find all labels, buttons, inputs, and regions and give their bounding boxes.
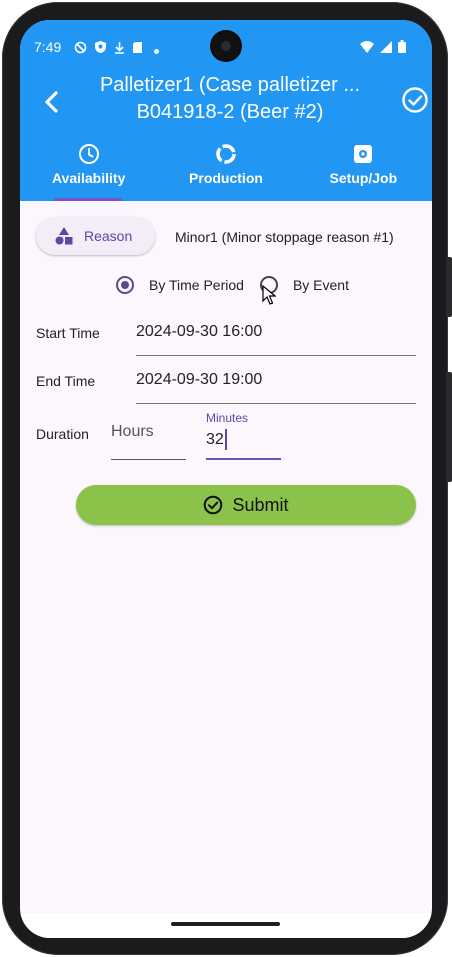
minutes-input[interactable]: 32	[206, 431, 224, 449]
start-time-underline	[136, 355, 416, 356]
front-camera	[212, 32, 240, 60]
end-time-field[interactable]: 2024-09-30 19:00	[136, 371, 262, 389]
reason-value: Minor1 (Minor stoppage reason #1)	[175, 229, 394, 245]
signal-icon	[380, 40, 392, 56]
end-time-label: End Time	[36, 373, 96, 389]
vpn-shield-icon	[94, 40, 107, 57]
submit-label: Submit	[232, 494, 289, 515]
setup-icon	[352, 143, 374, 165]
home-indicator[interactable]	[171, 922, 280, 926]
app-screen: 7:49 Palletizer1 (Case palletizer ... B0…	[20, 20, 432, 938]
minutes-caption: Minutes	[206, 411, 249, 425]
phone-frame: 7:49 Palletizer1 (Case palletizer ... B0…	[2, 2, 452, 955]
download-icon	[114, 41, 125, 57]
radio-label-time-period: By Time Period	[149, 277, 244, 293]
donut-icon	[215, 143, 237, 165]
power-button	[446, 372, 452, 482]
tab-label: Setup/Job	[329, 170, 398, 186]
tab-setup-job[interactable]: Setup/Job	[295, 140, 432, 201]
app-header: 7:49 Palletizer1 (Case palletizer ... B0…	[20, 20, 432, 201]
tab-availability[interactable]: Availability	[20, 140, 157, 201]
wifi-icon	[360, 40, 374, 56]
shapes-icon	[55, 227, 73, 245]
hours-underline	[111, 459, 186, 460]
sd-card-icon	[132, 41, 143, 57]
reason-button-label: Reason	[84, 228, 133, 244]
tab-production[interactable]: Production	[157, 140, 294, 201]
tab-label: Production	[189, 170, 263, 186]
check-circle-icon	[204, 495, 223, 515]
status-time: 7:49	[34, 39, 62, 55]
mouse-pointer-icon	[262, 284, 277, 310]
start-time-field[interactable]: 2024-09-30 16:00	[136, 323, 262, 341]
tab-label: Availability	[51, 170, 126, 186]
title-line-1: Palletizer1 (Case palletizer ...	[99, 74, 361, 96]
battery-icon	[398, 40, 406, 56]
radio-label-event: By Event	[292, 277, 349, 293]
radio-by-time-period[interactable]	[116, 276, 134, 294]
volume-button	[446, 257, 452, 317]
status-icons-right	[360, 40, 406, 56]
tab-bar: Availability Production Setup/Job	[20, 140, 432, 201]
status-bar: 7:49	[20, 20, 432, 74]
chevron-left-icon[interactable]	[38, 88, 66, 116]
end-time-underline	[136, 403, 416, 404]
hours-input[interactable]: Hours	[111, 423, 154, 441]
tab-indicator	[54, 198, 122, 201]
start-time-label: Start Time	[36, 325, 100, 341]
shield-off-icon	[74, 41, 87, 57]
mode-radio-group: By Time Period By Event	[116, 274, 365, 296]
page-title: Palletizer1 (Case palletizer ... B041918…	[80, 72, 380, 126]
dot-icon	[154, 41, 159, 57]
reason-button[interactable]: Reason	[36, 217, 155, 255]
title-line-2: B041918-2 (Beer #2)	[136, 101, 324, 123]
submit-button[interactable]: Submit	[76, 485, 416, 525]
check-circle-icon[interactable]	[401, 86, 429, 114]
text-caret	[225, 429, 227, 450]
status-icons-left	[74, 40, 159, 57]
clock-icon	[78, 143, 100, 165]
minutes-underline	[206, 458, 281, 460]
duration-label: Duration	[36, 426, 89, 442]
